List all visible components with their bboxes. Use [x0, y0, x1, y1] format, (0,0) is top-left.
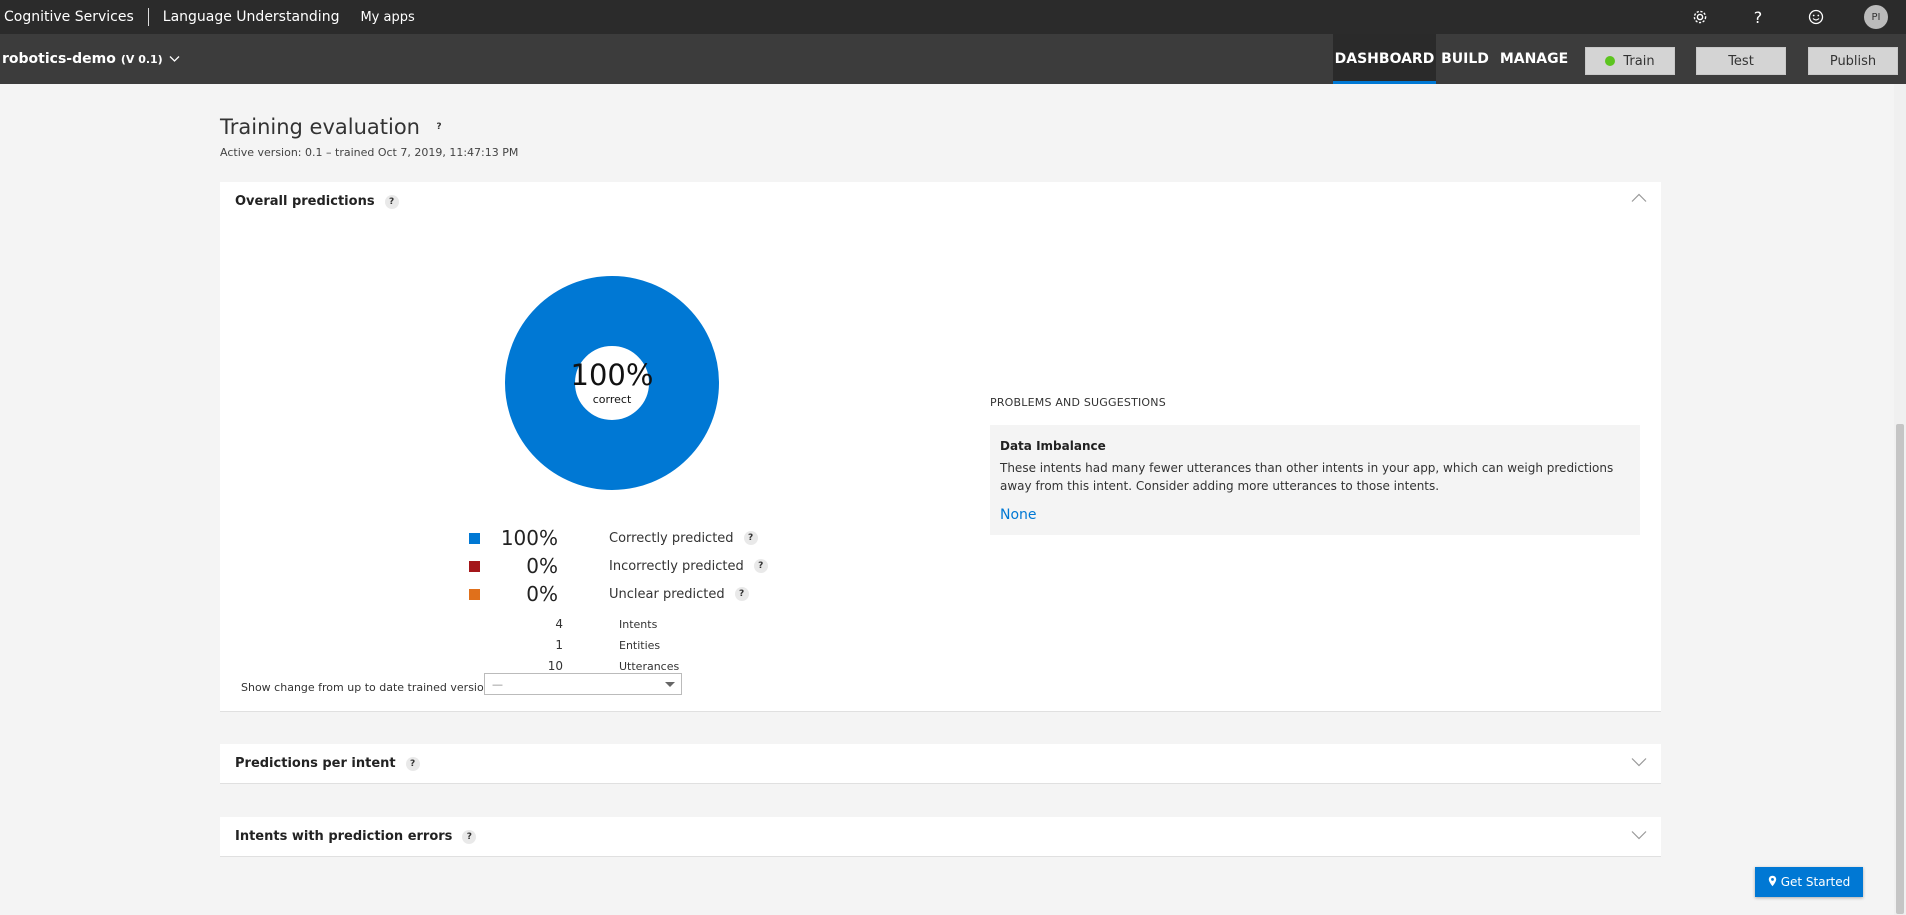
top-bar-actions: ? PI — [1690, 0, 1906, 34]
app-name: robotics-demo — [2, 51, 116, 67]
predictions-per-intent-title: Predictions per intent — [235, 756, 396, 771]
train-status-dot — [1605, 56, 1616, 66]
count-value: 10 — [547, 659, 563, 673]
get-started-button[interactable]: Get Started — [1755, 867, 1863, 897]
page-title: Training evaluation — [220, 115, 420, 139]
donut-label: correct — [592, 392, 632, 406]
active-version-text: Active version: 0.1 – trained Oct 7, 201… — [220, 146, 519, 159]
legend-incorrect: 0% Incorrectly predicted ? — [469, 554, 768, 578]
help-icon[interactable]: ? — [734, 587, 749, 601]
help-icon[interactable]: ? — [432, 120, 446, 134]
top-bar: Cognitive Services Language Understandin… — [0, 0, 1906, 34]
legend-value: 100% — [500, 526, 558, 550]
gear-icon[interactable] — [1690, 7, 1710, 27]
predictions-per-intent-panel[interactable]: Predictions per intent ? — [220, 744, 1661, 784]
problems-title: PROBLEMS AND SUGGESTIONS — [990, 396, 1166, 409]
avatar[interactable]: PI — [1864, 5, 1888, 29]
legend-swatch — [469, 532, 480, 544]
test-button[interactable]: Test — [1696, 47, 1786, 75]
version-compare-value: — — [492, 677, 503, 691]
my-apps-link[interactable]: My apps — [360, 10, 414, 25]
help-icon[interactable]: ? — [462, 829, 477, 844]
count-intents: 4 Intents — [490, 616, 657, 632]
legend-label: Incorrectly predicted ? — [609, 559, 768, 574]
dropdown-arrow-icon — [665, 682, 675, 687]
pin-icon — [1768, 875, 1777, 890]
legend-label: Unclear predicted ? — [609, 587, 749, 602]
count-value: 1 — [555, 638, 563, 652]
train-button[interactable]: Train — [1585, 47, 1675, 75]
predictions-per-intent-header[interactable]: Predictions per intent ? — [235, 756, 420, 771]
app-version: (V 0.1) — [120, 52, 163, 66]
help-icon[interactable]: ? — [1748, 7, 1768, 27]
scrollbar-thumb[interactable] — [1896, 424, 1904, 914]
overall-predictions-title: Overall predictions — [235, 194, 375, 209]
legend-label-text: Unclear predicted — [609, 586, 725, 602]
main-content: Training evaluation ? Active version: 0.… — [0, 84, 1906, 915]
product-link[interactable]: Language Understanding — [163, 9, 340, 25]
legend-label: Correctly predicted ? — [609, 531, 758, 546]
count-label: Entities — [619, 638, 661, 652]
count-utterances: 10 Utterances — [490, 658, 680, 674]
problem-title: Data Imbalance — [1000, 439, 1106, 453]
intents-with-errors-title: Intents with prediction errors — [235, 829, 453, 844]
show-change-label: Show change from up to date trained vers… — [241, 681, 495, 694]
app-bar: robotics-demo (V 0.1) DASHBOARD BUILD MA… — [0, 34, 1906, 84]
chevron-down-icon[interactable] — [1631, 829, 1647, 844]
smiley-icon[interactable] — [1806, 7, 1826, 27]
donut-center: 100% correct — [505, 276, 719, 490]
chevron-down-icon — [169, 52, 180, 66]
help-icon[interactable]: ? — [384, 194, 399, 209]
count-entities: 1 Entities — [490, 637, 660, 653]
overall-predictions-header[interactable]: Overall predictions ? — [235, 194, 399, 209]
overall-predictions-panel: Overall predictions ? 100% correct 100% … — [220, 182, 1661, 712]
publish-button[interactable]: Publish — [1808, 47, 1898, 75]
legend-swatch — [469, 560, 480, 572]
page-title-row: Training evaluation ? — [220, 115, 446, 139]
legend-value: 0% — [526, 554, 558, 578]
tab-build[interactable]: BUILD — [1436, 34, 1494, 84]
count-label: Intents — [619, 617, 658, 631]
legend-unclear: 0% Unclear predicted ? — [469, 582, 749, 606]
problem-description: These intents had many fewer utterances … — [1000, 461, 1614, 493]
intents-with-errors-panel[interactable]: Intents with prediction errors ? — [220, 817, 1661, 857]
tab-dashboard[interactable]: DASHBOARD — [1333, 34, 1436, 84]
app-selector[interactable]: robotics-demo (V 0.1) — [2, 51, 180, 67]
count-label: Utterances — [619, 659, 680, 673]
train-button-label: Train — [1623, 53, 1655, 69]
page-scrollbar[interactable] — [1894, 84, 1906, 915]
legend-correct: 100% Correctly predicted ? — [469, 526, 758, 550]
chevron-up-icon[interactable] — [1631, 192, 1647, 207]
chevron-down-icon[interactable] — [1631, 756, 1647, 771]
legend-swatch — [469, 588, 480, 600]
help-icon[interactable]: ? — [753, 559, 768, 573]
brand-link[interactable]: Cognitive Services — [0, 9, 134, 25]
intents-with-errors-header[interactable]: Intents with prediction errors ? — [235, 829, 477, 844]
tab-manage[interactable]: MANAGE — [1494, 34, 1574, 84]
count-value: 4 — [555, 617, 563, 631]
get-started-label: Get Started — [1780, 875, 1851, 889]
problem-intents-link[interactable]: None — [1000, 507, 1037, 523]
help-icon[interactable]: ? — [405, 756, 420, 771]
version-compare-select[interactable]: — — [484, 673, 682, 695]
problem-card: Data Imbalance These intents had many fe… — [990, 425, 1640, 535]
help-icon[interactable]: ? — [743, 531, 758, 545]
legend-label-text: Correctly predicted — [609, 530, 734, 546]
legend-value: 0% — [526, 582, 558, 606]
legend-label-text: Incorrectly predicted — [609, 558, 744, 574]
donut-percentage: 100% — [570, 357, 654, 392]
brand-divider — [147, 8, 149, 26]
